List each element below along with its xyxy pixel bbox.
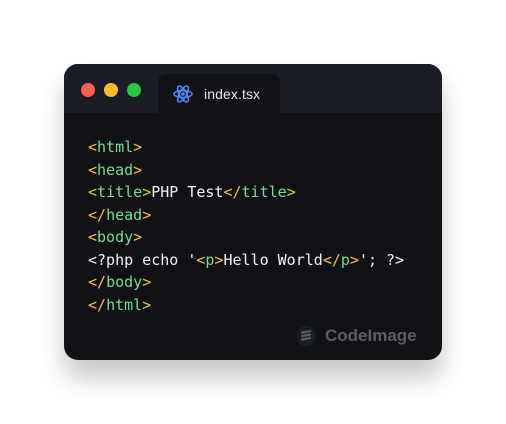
code-token-bracket: > (133, 160, 143, 179)
code-token-tag: html (97, 138, 134, 156)
code-line: <body> (88, 226, 432, 249)
code-token-tag: body (97, 228, 134, 246)
code-line: </html> (88, 294, 432, 317)
code-token-bracket: > (142, 183, 152, 201)
code-token-bracket: < (88, 138, 98, 156)
code-line: </body> (88, 271, 432, 294)
code-token-bracket: </ (88, 273, 107, 291)
code-token-bracket: < (88, 228, 98, 246)
code-token-tag: html (106, 295, 143, 314)
code-token-bracket: </ (88, 205, 107, 224)
code-token-tag: title (97, 183, 143, 201)
watermark-label: CodeImage (325, 326, 417, 345)
code-line: <head> (88, 159, 432, 182)
window-titlebar: index.tsx (64, 64, 442, 113)
code-token-tag: title (241, 183, 287, 201)
close-window-button[interactable] (81, 83, 95, 97)
tab-index-tsx[interactable]: index.tsx (158, 74, 280, 113)
code-token-text: <?php echo ' (88, 250, 197, 269)
code-line: <html> (88, 136, 432, 159)
codeimage-watermark: CodeImage (295, 325, 417, 347)
code-token-text: Hello World (223, 250, 323, 269)
code-editor[interactable]: <html> <head> <title>PHP Test</title> </hea… (88, 136, 432, 316)
tab-label: index.tsx (204, 85, 261, 102)
code-token-bracket: > (349, 250, 359, 269)
code-token-tag: body (106, 273, 143, 291)
minimize-window-button[interactable] (104, 83, 118, 97)
code-token-bracket: > (286, 183, 296, 201)
code-token-bracket: < (88, 160, 98, 179)
code-token-tag: head (97, 160, 134, 179)
code-line: <title>PHP Test</title> (88, 181, 432, 204)
code-token-bracket: </ (223, 183, 242, 201)
code-token-bracket: </ (322, 250, 341, 269)
react-icon (172, 83, 194, 105)
codeimage-logo-icon (295, 325, 317, 347)
code-token-bracket: > (133, 228, 143, 246)
code-token-bracket: > (142, 273, 152, 291)
code-token-bracket: > (142, 205, 152, 224)
code-token-text: '; ?> (358, 250, 405, 269)
code-token-bracket: < (88, 183, 98, 201)
maximize-window-button[interactable] (127, 83, 141, 97)
code-line: <?php echo '<p>Hello World</p>'; ?> (88, 249, 432, 272)
code-line: </head> (88, 204, 432, 227)
code-token-tag: head (106, 205, 143, 224)
code-window: index.tsx <html> <head> <title>PHP Test</t… (64, 64, 442, 360)
code-token-tag: p (340, 250, 350, 269)
screenshot-canvas: index.tsx <html> <head> <title>PHP Test</t… (0, 0, 506, 424)
code-token-bracket: > (142, 295, 152, 314)
code-token-bracket: </ (88, 295, 107, 314)
code-token-bracket: > (133, 138, 143, 156)
code-token-text: PHP Test (151, 183, 224, 201)
